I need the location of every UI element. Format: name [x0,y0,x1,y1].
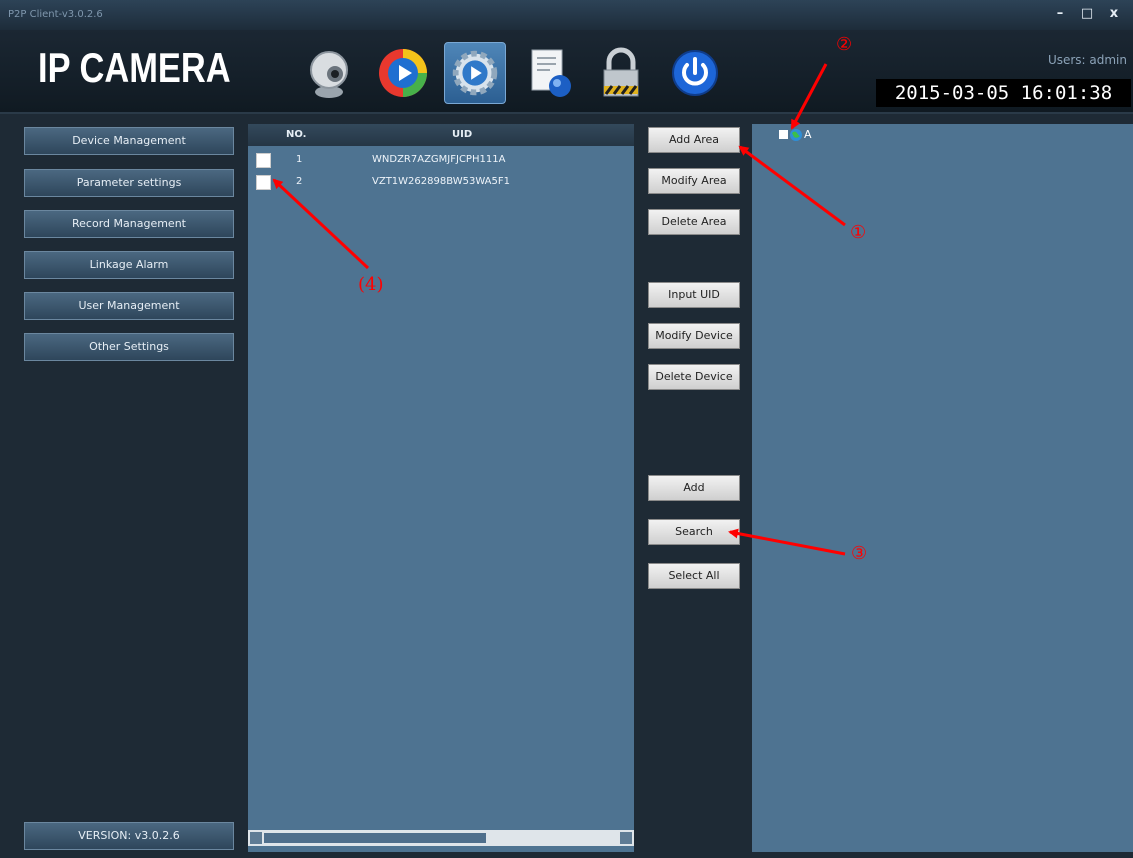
annotation-arrow-2 [790,63,828,130]
annotation-marker-2: ② [836,34,853,55]
annotation-arrow-3 [728,528,846,556]
app-window: P2P Client-v3.0.2.6 – □ x IP CAMERA User… [0,0,1133,858]
annotation-arrow-4 [272,178,370,270]
annotation-arrow-1 [738,145,846,227]
annotation-arrows [272,63,846,556]
annotation-marker-4: (4) [358,274,384,295]
annotation-marker-3: ③ [851,543,868,564]
annotation-marker-1: ① [850,222,867,243]
